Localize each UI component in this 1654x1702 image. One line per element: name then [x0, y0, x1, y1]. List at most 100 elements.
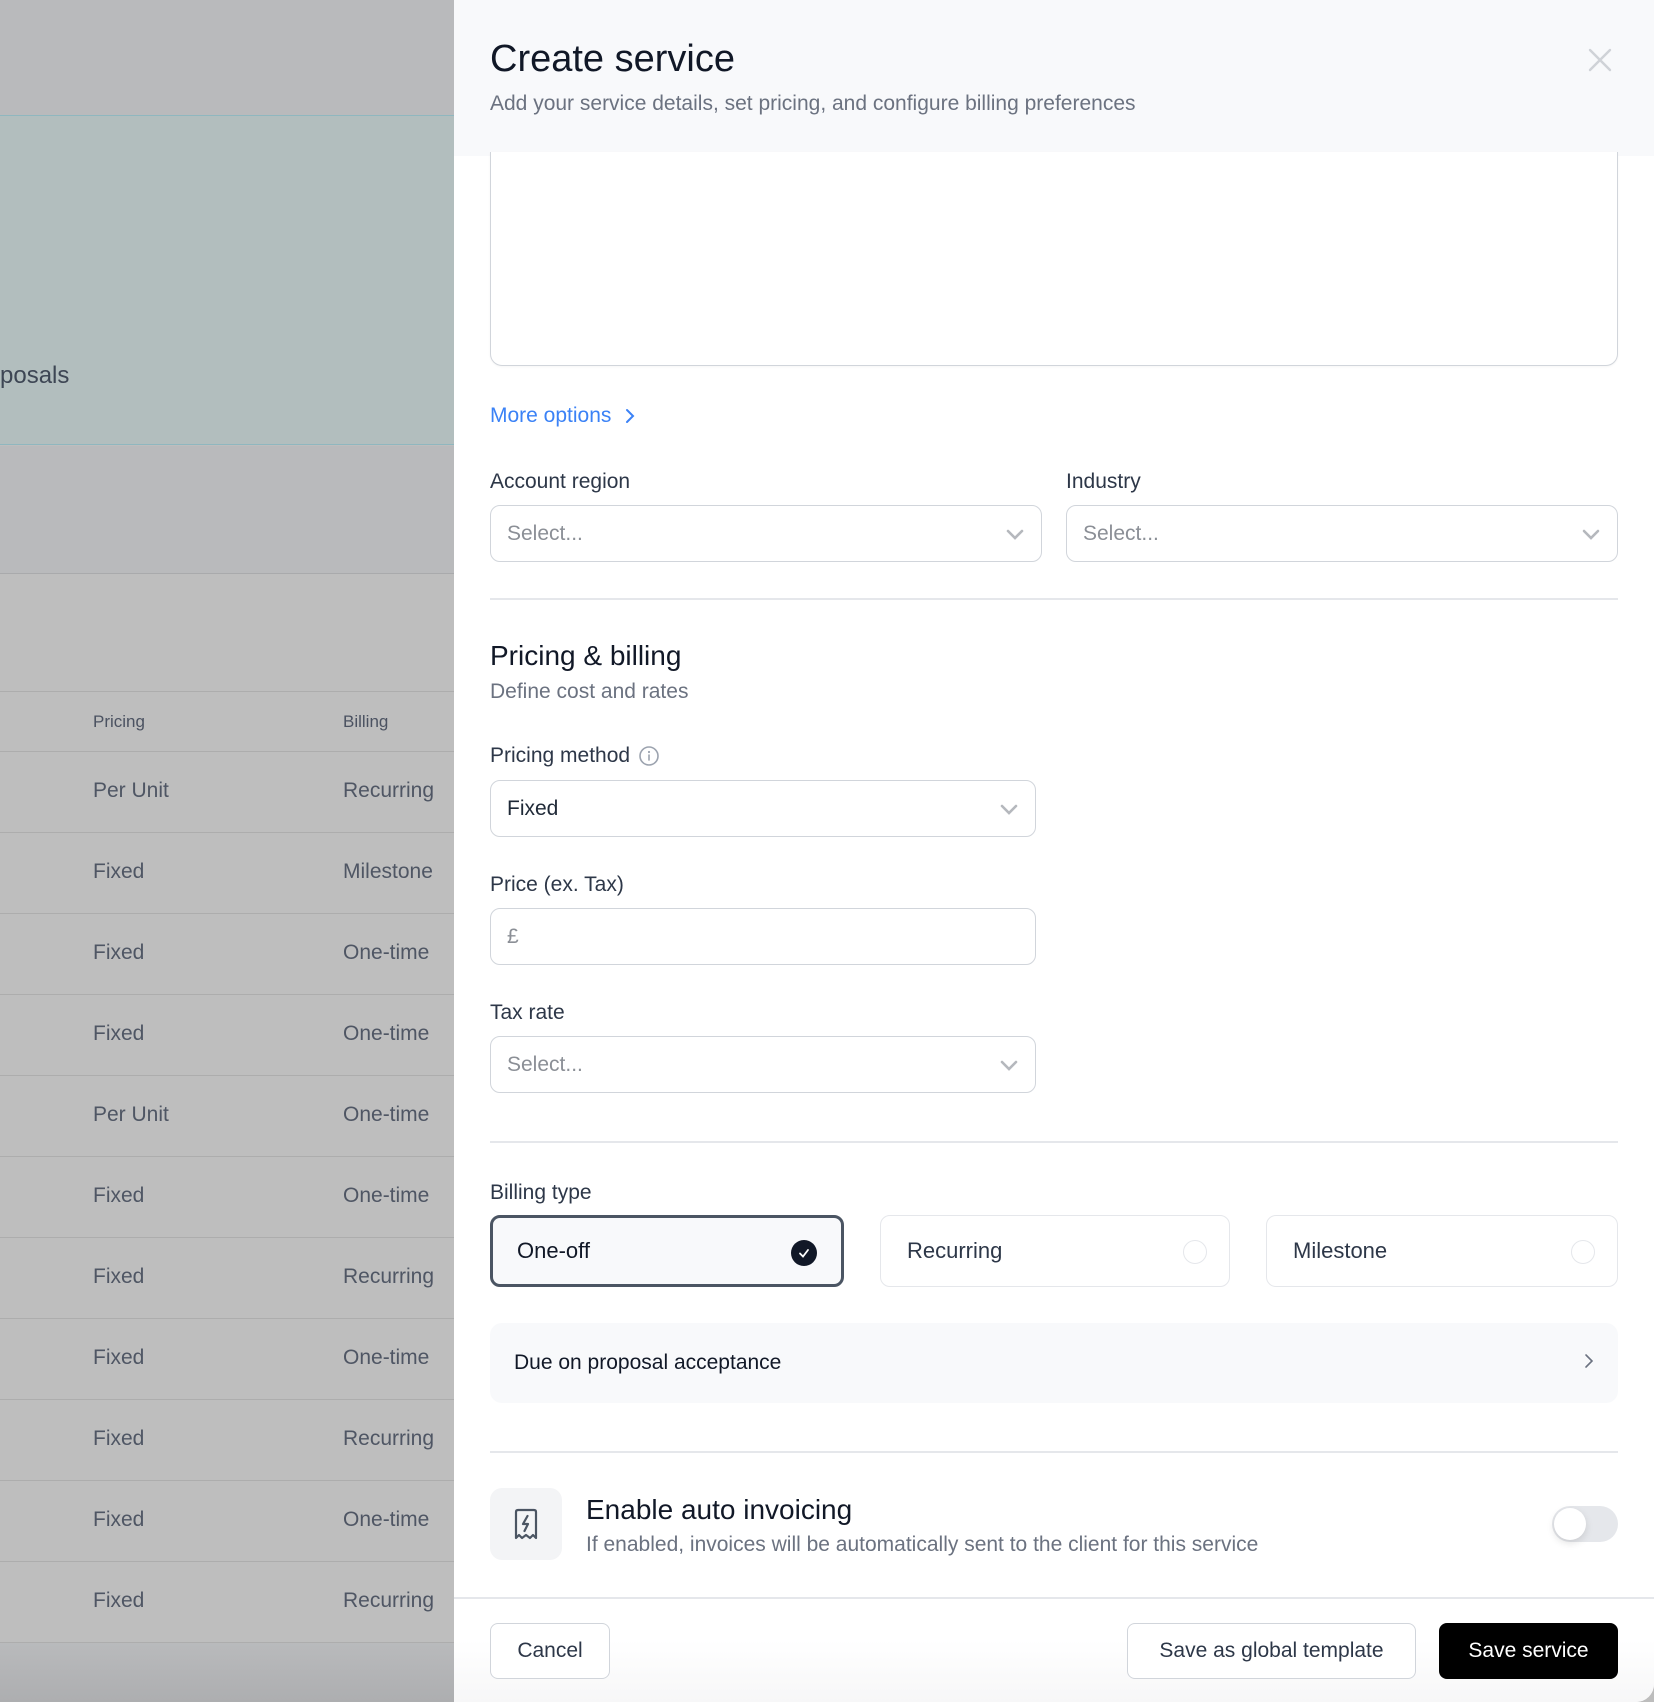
column-header-billing: Billing: [343, 712, 389, 731]
background-page: posals Pricing Billing Per Unit Recurring…: [0, 0, 454, 1702]
auto-invoicing-toggle[interactable]: [1552, 1506, 1618, 1542]
background-banner: posals: [0, 115, 454, 445]
table-row: Fixed One-time: [0, 995, 454, 1076]
billing-type-label: One-off: [517, 1238, 590, 1263]
chevron-down-icon: [1582, 529, 1600, 540]
currency-symbol: £: [507, 924, 519, 948]
panel-footer: Cancel Save as global template Save serv…: [454, 1597, 1654, 1702]
tax-rate-select[interactable]: Select...: [490, 1036, 1036, 1093]
auto-invoicing-title: Enable auto invoicing: [586, 1494, 853, 1525]
panel-header: Create service Add your service details,…: [454, 0, 1654, 156]
billing-cell: Recurring: [343, 1589, 435, 1612]
pricing-section-subtitle: Define cost and rates: [490, 680, 689, 703]
account-region-placeholder: Select...: [507, 521, 583, 545]
tax-rate-placeholder: Select...: [507, 1052, 583, 1076]
pricing-method-label: Pricing method: [490, 744, 660, 768]
chevron-down-icon: [1000, 804, 1018, 815]
table-row: Per Unit One-time: [0, 1076, 454, 1157]
pricing-cell: Fixed: [93, 941, 145, 964]
more-options-link[interactable]: More options: [490, 404, 635, 428]
billing-cell: One-time: [343, 1184, 430, 1207]
column-header-pricing: Pricing: [93, 712, 145, 731]
pricing-cell: Fixed: [93, 1508, 145, 1531]
table-row: Per Unit Recurring: [0, 752, 454, 833]
billing-type-milestone[interactable]: Milestone: [1266, 1215, 1618, 1287]
pricing-cell: Fixed: [93, 1184, 145, 1207]
price-input[interactable]: £: [490, 908, 1036, 965]
due-on-acceptance-row[interactable]: Due on proposal acceptance: [490, 1323, 1618, 1403]
chevron-down-icon: [1000, 1060, 1018, 1071]
pricing-cell: Fixed: [93, 1427, 145, 1450]
section-divider: [490, 1451, 1618, 1453]
account-region-select[interactable]: Select...: [490, 505, 1042, 562]
billing-cell: One-time: [343, 1346, 430, 1369]
account-region-label: Account region: [490, 470, 631, 493]
panel-title: Create service: [490, 38, 735, 80]
pricing-method-select[interactable]: Fixed: [490, 780, 1036, 837]
table-row: Fixed One-time: [0, 1481, 454, 1562]
background-toolbar: [0, 446, 454, 574]
billing-cell: Recurring: [343, 1265, 435, 1288]
billing-type-recurring[interactable]: Recurring: [880, 1215, 1230, 1287]
chevron-right-icon: [1585, 1354, 1594, 1368]
pricing-cell: Fixed: [93, 1265, 145, 1288]
pricing-cell: Fixed: [93, 1589, 145, 1612]
panel-subtitle: Add your service details, set pricing, a…: [490, 92, 1136, 115]
radio-unselected-icon: [1183, 1240, 1207, 1264]
table-header: Pricing Billing: [0, 691, 454, 752]
table-row: Fixed Recurring: [0, 1562, 454, 1643]
billing-cell: Recurring: [343, 779, 435, 802]
industry-select[interactable]: Select...: [1066, 505, 1618, 562]
close-button[interactable]: [1584, 44, 1616, 76]
table-row: Fixed One-time: [0, 914, 454, 995]
table-row: Fixed Milestone: [0, 833, 454, 914]
billing-type-one-off[interactable]: One-off: [490, 1215, 844, 1287]
section-divider: [490, 1141, 1618, 1143]
tax-rate-label: Tax rate: [490, 1001, 565, 1024]
billing-cell: One-time: [343, 1022, 430, 1045]
info-icon[interactable]: [638, 745, 660, 767]
pricing-cell: Fixed: [93, 1022, 145, 1045]
table-row: Fixed Recurring: [0, 1400, 454, 1481]
cancel-button[interactable]: Cancel: [490, 1623, 610, 1679]
pricing-cell: Per Unit: [93, 779, 169, 802]
receipt-lightning-icon: [514, 1508, 538, 1540]
radio-unselected-icon: [1571, 1240, 1595, 1264]
check-circle-icon: [791, 1240, 817, 1266]
due-row-label: Due on proposal acceptance: [514, 1351, 782, 1374]
billing-cell: Recurring: [343, 1427, 435, 1450]
billing-cell: One-time: [343, 941, 430, 964]
auto-invoice-icon-box: [490, 1488, 562, 1560]
billing-type-label: Recurring: [907, 1238, 1003, 1263]
billing-type-label: Milestone: [1293, 1238, 1388, 1263]
background-footer: [0, 1643, 454, 1702]
pricing-cell: Per Unit: [93, 1103, 169, 1126]
background-banner-text: posals: [0, 362, 70, 389]
background-table: Pricing Billing Per Unit Recurring Fixed Mi…: [0, 574, 454, 1643]
table-row: Fixed One-time: [0, 1157, 454, 1238]
billing-cell: Milestone: [343, 860, 433, 883]
table-row: Fixed Recurring: [0, 1238, 454, 1319]
save-as-global-template-button[interactable]: Save as global template: [1127, 1623, 1416, 1679]
price-label: Price (ex. Tax): [490, 873, 624, 896]
create-service-panel: Create service Add your service details,…: [454, 0, 1654, 1702]
section-divider: [490, 598, 1618, 600]
billing-cell: One-time: [343, 1508, 430, 1531]
billing-cell: One-time: [343, 1103, 430, 1126]
billing-type-label: Billing type: [490, 1181, 592, 1204]
chevron-right-icon: [626, 409, 635, 423]
background-header: [0, 0, 454, 115]
toggle-knob: [1554, 1508, 1586, 1540]
chevron-down-icon: [1006, 529, 1024, 540]
pricing-method-label-text: Pricing method: [490, 744, 631, 767]
pricing-cell: Fixed: [93, 1346, 145, 1369]
description-textarea[interactable]: [490, 152, 1618, 366]
pricing-method-value: Fixed: [507, 796, 559, 820]
more-options-label: More options: [490, 404, 612, 427]
pricing-cell: Fixed: [93, 860, 145, 883]
auto-invoicing-subtitle: If enabled, invoices will be automatical…: [586, 1533, 1259, 1556]
table-row: Fixed One-time: [0, 1319, 454, 1400]
close-icon: [1588, 48, 1612, 72]
save-service-button[interactable]: Save service: [1439, 1623, 1618, 1679]
industry-placeholder: Select...: [1083, 521, 1159, 545]
